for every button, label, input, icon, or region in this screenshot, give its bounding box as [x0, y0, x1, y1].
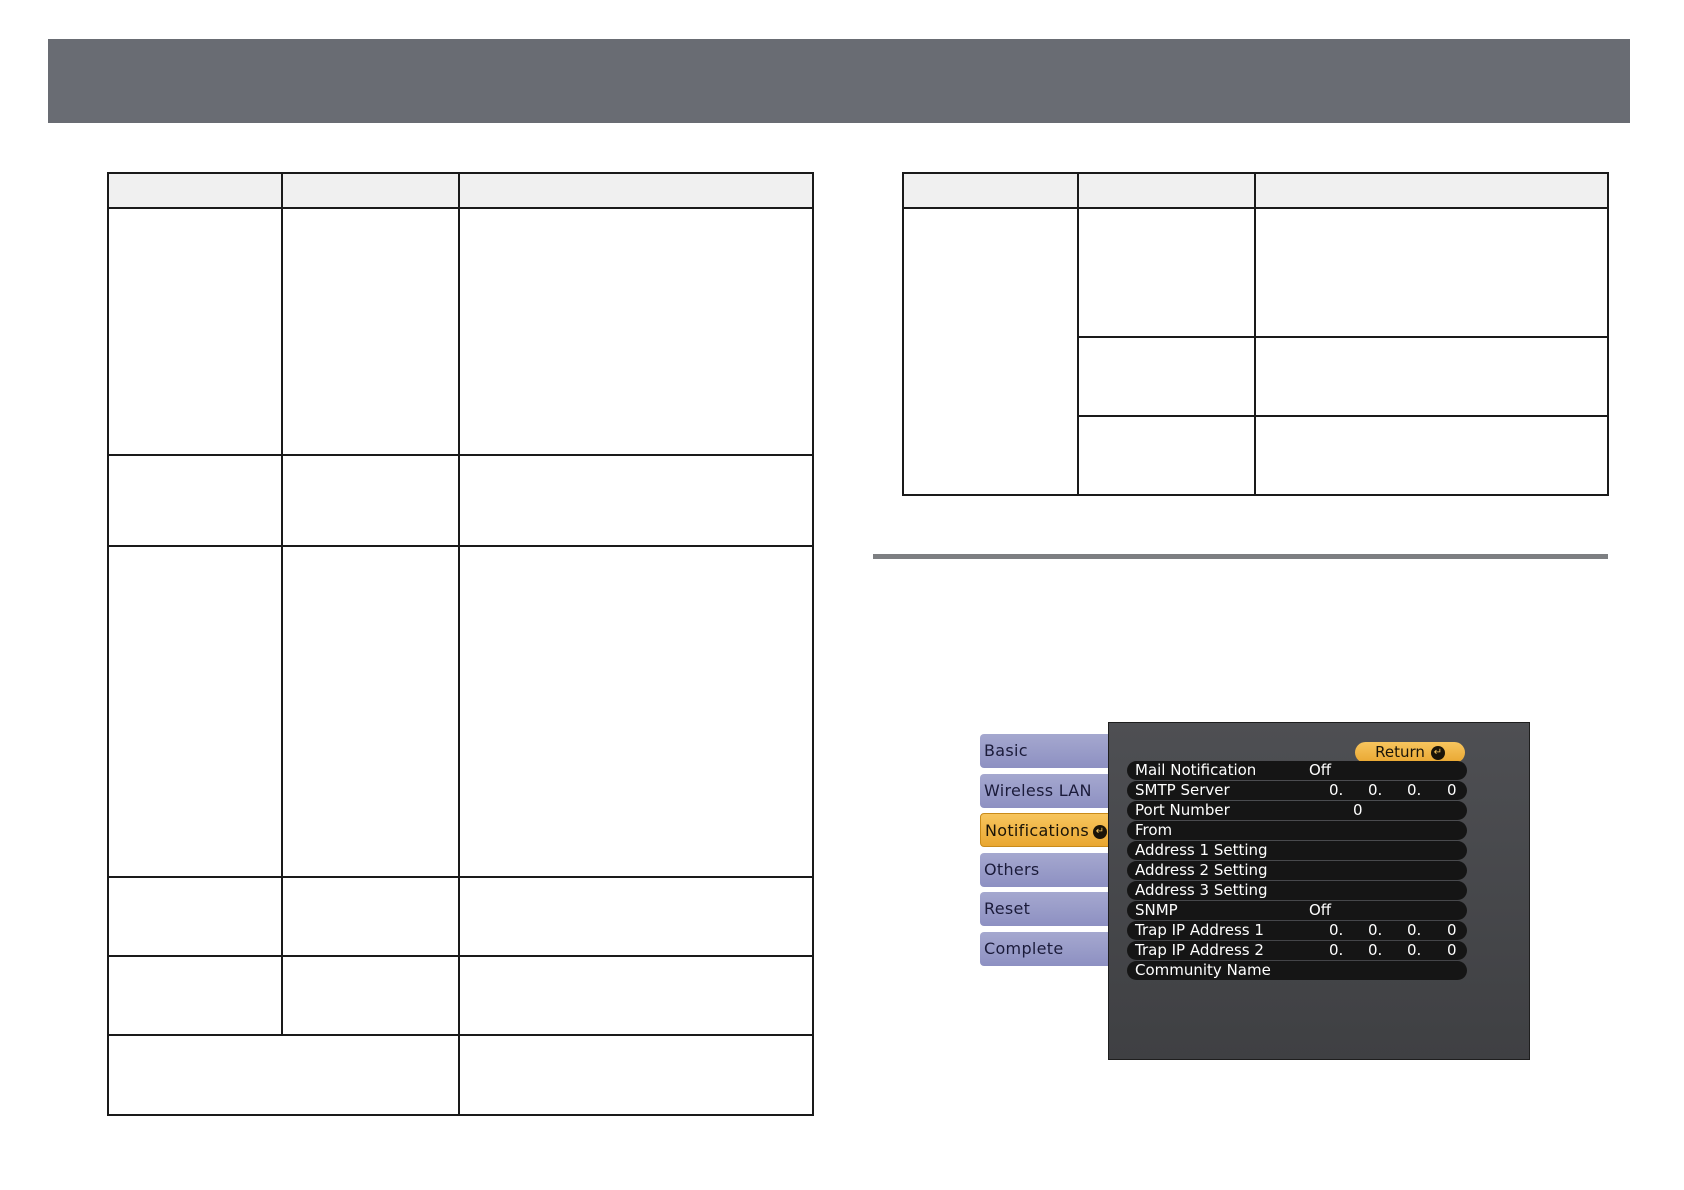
- tab-notifications[interactable]: Notifications ↵: [980, 813, 1118, 847]
- tab-complete[interactable]: Complete: [980, 932, 1108, 966]
- tab-wireless-lan[interactable]: Wireless LAN: [980, 774, 1108, 808]
- menu-row-snmp[interactable]: SNMP Off: [1127, 901, 1467, 920]
- tab-label: Notifications: [985, 821, 1090, 840]
- row-label: Address 1 Setting: [1135, 841, 1268, 859]
- notifications-panel: Return ↵ Mail Notification Off SMTP Serve…: [1108, 722, 1530, 1060]
- table-row: [107, 545, 814, 878]
- row-label: From: [1135, 821, 1173, 839]
- ip-octet: 0.: [1407, 781, 1422, 799]
- table-row: [107, 1034, 814, 1116]
- table-header-cell: [1254, 172, 1609, 209]
- ip-octet: 0: [1447, 941, 1457, 959]
- table-header-cell: [1077, 172, 1256, 209]
- menu-row-mail-notification[interactable]: Mail Notification Off: [1127, 761, 1467, 780]
- table-row: [107, 955, 814, 1036]
- table-row: [107, 454, 814, 547]
- tab-others[interactable]: Others: [980, 853, 1108, 887]
- ip-octet: 0.: [1407, 921, 1422, 939]
- tab-reset[interactable]: Reset: [980, 892, 1108, 926]
- menu-row-trap-ip-address-1[interactable]: Trap IP Address 1 0. 0. 0. 0: [1127, 921, 1467, 940]
- row-value: Off: [1309, 901, 1332, 919]
- menu-row-smtp-server[interactable]: SMTP Server 0. 0. 0. 0: [1127, 781, 1467, 800]
- menu-row-from[interactable]: From: [1127, 821, 1467, 840]
- ip-octet: 0.: [1329, 941, 1344, 959]
- row-value: Off: [1309, 761, 1332, 779]
- row-label: Community Name: [1135, 961, 1271, 979]
- menu-row-address-2-setting[interactable]: Address 2 Setting: [1127, 861, 1467, 880]
- table-header-cell: [902, 172, 1079, 209]
- projector-menu-screenshot: Basic Wireless LAN Notifications ↵ Others…: [978, 722, 1530, 1062]
- tab-label: Complete: [984, 939, 1064, 958]
- table-row: [902, 207, 1609, 496]
- table-header-row: [902, 172, 1609, 209]
- ip-octet: 0.: [1329, 921, 1344, 939]
- enter-icon: ↵: [1430, 745, 1445, 760]
- return-button[interactable]: Return ↵: [1355, 742, 1465, 763]
- left-settings-table: [107, 172, 814, 1116]
- ip-octet: 0.: [1368, 941, 1383, 959]
- table-header-cell: [281, 172, 460, 209]
- ip-octet: 0.: [1407, 941, 1422, 959]
- ip-octet: 0.: [1329, 781, 1344, 799]
- row-label: Mail Notification: [1135, 761, 1257, 779]
- row-label: Address 2 Setting: [1135, 861, 1268, 879]
- ip-octet: 0.: [1368, 781, 1383, 799]
- row-value: 0: [1353, 801, 1363, 819]
- row-label: Trap IP Address 1: [1135, 921, 1264, 939]
- ip-octet: 0: [1447, 921, 1457, 939]
- row-label: Port Number: [1135, 801, 1230, 819]
- table-header-row: [107, 172, 814, 209]
- tab-label: Wireless LAN: [984, 781, 1092, 800]
- menu-row-address-1-setting[interactable]: Address 1 Setting: [1127, 841, 1467, 860]
- tab-label: Basic: [984, 741, 1028, 760]
- table-header-cell: [107, 172, 283, 209]
- row-label: Address 3 Setting: [1135, 881, 1268, 899]
- menu-row-community-name[interactable]: Community Name: [1127, 961, 1467, 980]
- table-row: [107, 207, 814, 456]
- ip-octet: 0.: [1368, 921, 1383, 939]
- page-header-bar: [48, 39, 1630, 123]
- tab-basic[interactable]: Basic: [980, 734, 1108, 768]
- right-settings-table: [902, 172, 1609, 496]
- tab-label: Others: [984, 860, 1040, 879]
- table-header-cell: [458, 172, 814, 209]
- table-row: [107, 876, 814, 957]
- section-divider: [873, 554, 1608, 559]
- return-label: Return: [1375, 743, 1425, 761]
- menu-row-port-number[interactable]: Port Number 0: [1127, 801, 1467, 820]
- row-label: Trap IP Address 2: [1135, 941, 1264, 959]
- tab-label: Reset: [984, 899, 1031, 918]
- ip-octet: 0: [1447, 781, 1457, 799]
- menu-row-address-3-setting[interactable]: Address 3 Setting: [1127, 881, 1467, 900]
- row-label: SMTP Server: [1135, 781, 1230, 799]
- enter-icon: ↵: [1093, 824, 1108, 839]
- menu-row-trap-ip-address-2[interactable]: Trap IP Address 2 0. 0. 0. 0: [1127, 941, 1467, 960]
- row-label: SNMP: [1135, 901, 1178, 919]
